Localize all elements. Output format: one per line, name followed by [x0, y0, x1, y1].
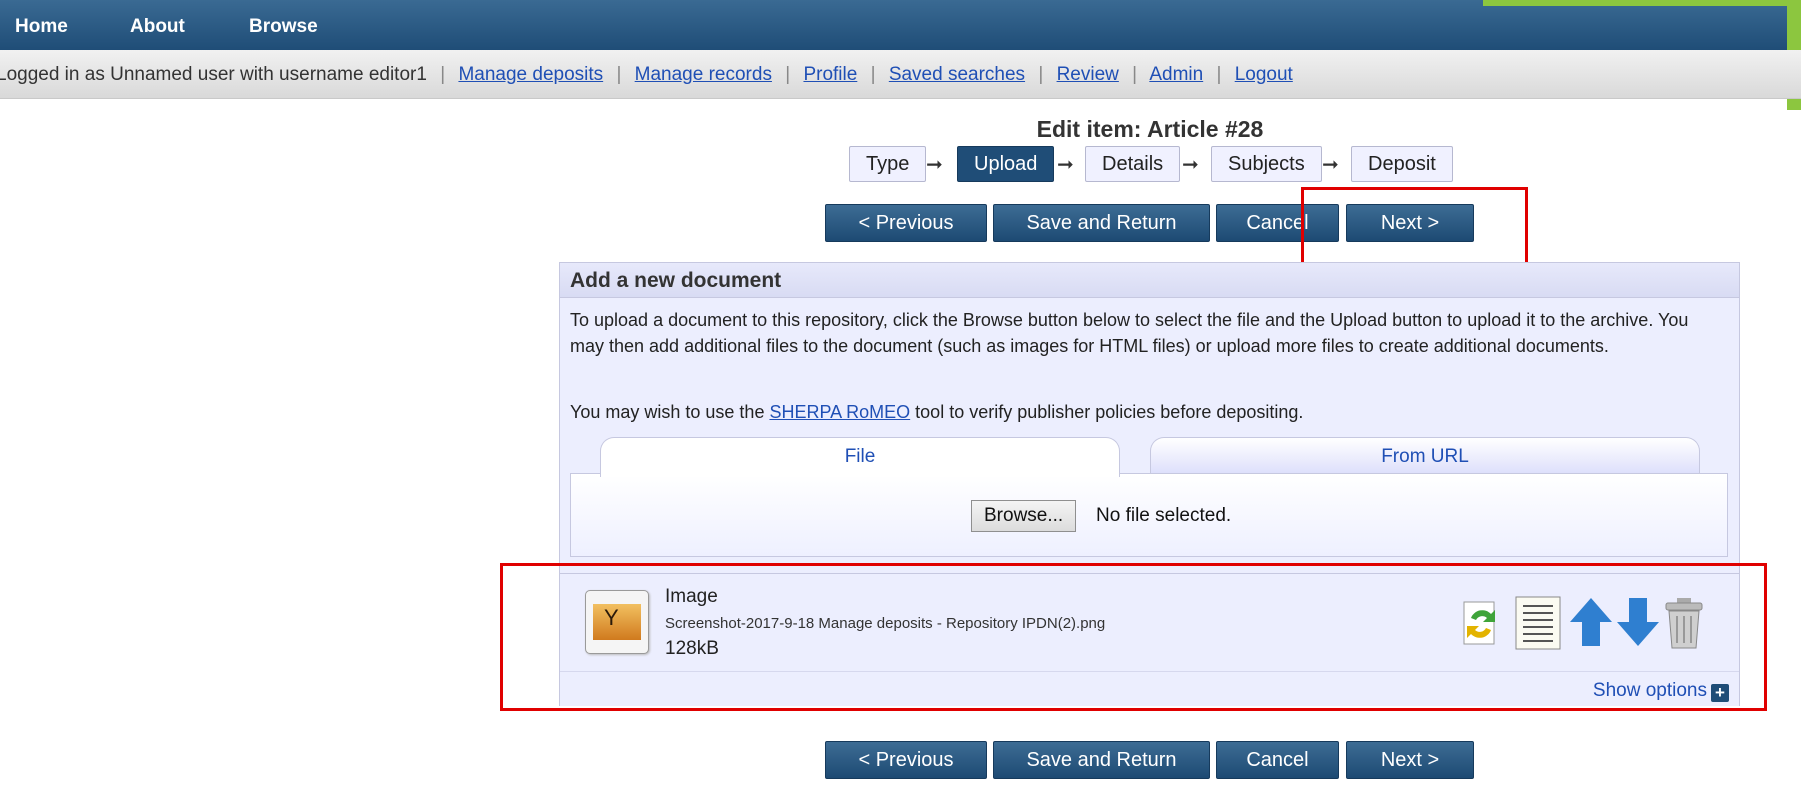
separator: |: [1216, 64, 1222, 85]
separator: |: [1132, 64, 1138, 85]
save-and-return-button[interactable]: Save and Return: [993, 204, 1210, 242]
previous-button[interactable]: < Previous: [825, 204, 987, 242]
file-status: No file selected.: [1096, 505, 1232, 526]
panel-title: Add a new document: [570, 269, 782, 292]
nav-about[interactable]: About: [130, 16, 185, 38]
sherpa-romeo-link[interactable]: SHERPA RoMEO: [769, 402, 910, 422]
hint-text: You may wish to use the: [570, 402, 770, 422]
separator: |: [785, 64, 791, 85]
separator: |: [616, 64, 622, 85]
arrow-right-icon: ➞: [926, 154, 943, 176]
upload-instructions: To upload a document to this repository,…: [570, 310, 1689, 356]
workflow-steps: Type ➞ Upload ➞ Details ➞ Subjects ➞ Dep…: [0, 146, 1801, 182]
link-saved-searches[interactable]: Saved searches: [889, 64, 1025, 85]
separator: |: [440, 64, 446, 85]
previous-button-bottom[interactable]: < Previous: [825, 741, 987, 779]
link-profile[interactable]: Profile: [803, 64, 857, 85]
step-type[interactable]: Type: [849, 146, 927, 182]
link-manage-records[interactable]: Manage records: [635, 64, 772, 85]
save-and-return-button-bottom[interactable]: Save and Return: [993, 741, 1210, 779]
separator: |: [1038, 64, 1044, 85]
next-button-bottom[interactable]: Next >: [1346, 741, 1474, 779]
arrow-right-icon: ➞: [1182, 154, 1199, 176]
page-title: Edit item: Article #28: [1036, 116, 1264, 142]
link-review[interactable]: Review: [1057, 64, 1119, 85]
file-tab-content: Browse... No file selected.: [570, 473, 1728, 557]
tab-file[interactable]: File: [600, 437, 1120, 477]
browse-button[interactable]: Browse...: [971, 500, 1077, 532]
separator: |: [870, 64, 876, 85]
arrow-right-icon: ➞: [1057, 154, 1074, 176]
login-status: Logged in as Unnamed user with username …: [0, 64, 427, 85]
arrow-right-icon: ➞: [1322, 154, 1339, 176]
panel-header: Add a new document: [560, 263, 1739, 298]
nav-home[interactable]: Home: [15, 16, 68, 38]
hint-text-end: tool to verify publisher policies before…: [910, 402, 1304, 422]
step-upload[interactable]: Upload: [957, 146, 1055, 182]
link-manage-deposits[interactable]: Manage deposits: [458, 64, 603, 85]
step-deposit[interactable]: Deposit: [1351, 146, 1453, 182]
link-admin[interactable]: Admin: [1149, 64, 1203, 85]
highlight-box: [500, 563, 1767, 711]
step-details[interactable]: Details: [1085, 146, 1181, 182]
user-bar: Logged in as Unnamed user with username …: [0, 50, 1801, 99]
sherpa-hint: You may wish to use the SHERPA RoMEO too…: [570, 402, 1303, 423]
accent-bar: [1483, 0, 1801, 6]
step-subjects[interactable]: Subjects: [1211, 146, 1322, 182]
highlight-box: [1301, 187, 1528, 269]
cancel-button-bottom[interactable]: Cancel: [1216, 741, 1339, 779]
nav-browse[interactable]: Browse: [249, 16, 318, 38]
link-logout[interactable]: Logout: [1235, 64, 1293, 85]
tab-from-url[interactable]: From URL: [1150, 437, 1700, 475]
top-nav: Home About Browse: [0, 0, 1801, 50]
